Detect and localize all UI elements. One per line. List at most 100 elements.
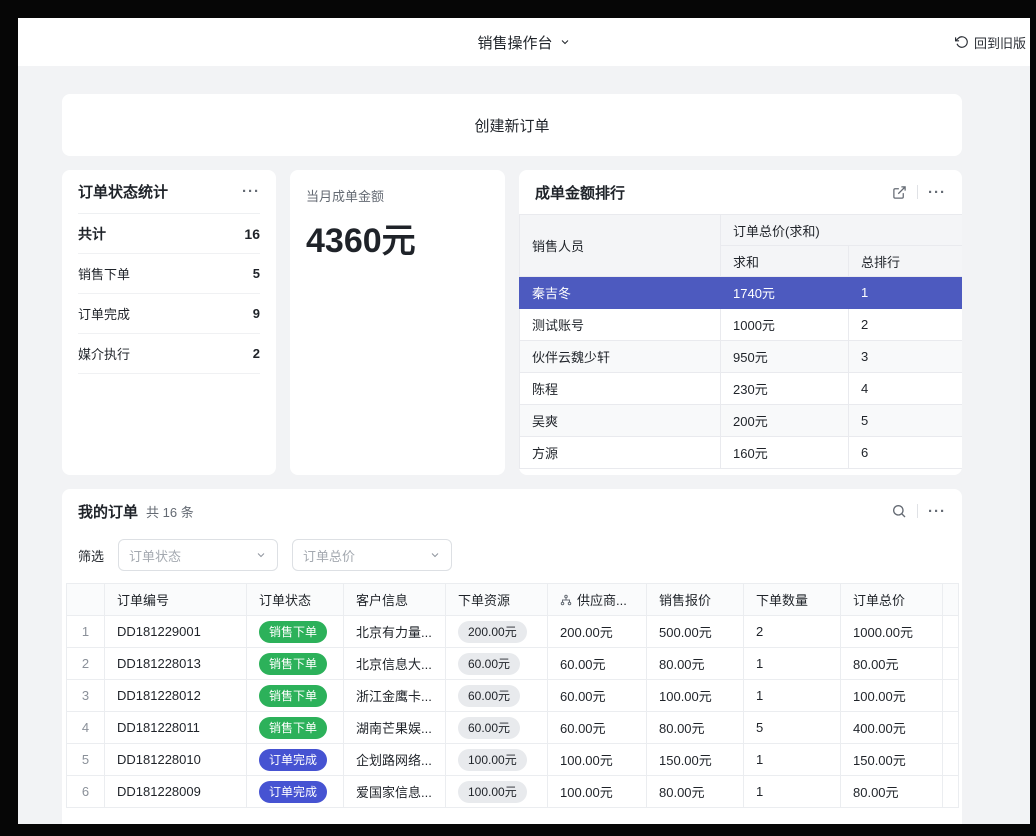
cell-supplier: 60.00元 [548, 712, 647, 744]
cell-total: 400.00元 [841, 712, 943, 744]
card-title: 我的订单 [78, 501, 138, 522]
cell-status: 销售下单 [247, 616, 344, 648]
column-header-person: 销售人员 [520, 215, 721, 277]
cell-extra [943, 616, 959, 648]
cell-resource: 60.00元 [446, 648, 548, 680]
status-badge: 销售下单 [259, 685, 327, 707]
cell-customer: 爱国家信息... [344, 776, 446, 808]
resource-pill: 60.00元 [458, 653, 520, 675]
cell-total: 1000.00元 [841, 616, 943, 648]
order-row[interactable]: 4 DD181228011 销售下单 湖南芒果娱... 60.00元 60.00… [67, 712, 959, 744]
status-badge: 订单完成 [259, 749, 327, 771]
column-header-total-group: 订单总价(求和) [721, 215, 963, 246]
cell-person: 测试账号 [520, 309, 721, 341]
back-to-old-button[interactable]: 回到旧版 [955, 18, 1026, 66]
open-in-new-icon[interactable] [892, 185, 907, 200]
stat-row-sale[interactable]: 销售下单 5 [78, 254, 260, 294]
cell-qty: 1 [744, 680, 841, 712]
cell-supplier: 100.00元 [548, 744, 647, 776]
filter-order-total[interactable]: 订单总价 [292, 539, 452, 571]
cell-total: 80.00元 [841, 776, 943, 808]
cell-quote: 100.00元 [647, 680, 744, 712]
stat-row-media[interactable]: 媒介执行 2 [78, 334, 260, 374]
column-header-status: 订单状态 [247, 584, 344, 616]
cell-person: 方源 [520, 437, 721, 469]
cell-qty: 1 [744, 776, 841, 808]
column-header-supplier: 供应商... [548, 584, 647, 616]
status-badge: 销售下单 [259, 653, 327, 675]
cell-qty: 2 [744, 616, 841, 648]
more-icon[interactable]: ··· [242, 184, 260, 199]
order-row[interactable]: 6 DD181228009 订单完成 爱国家信息... 100.00元 100.… [67, 776, 959, 808]
ranking-row[interactable]: 测试账号 1000元 2 [520, 309, 963, 341]
cell-resource: 100.00元 [446, 776, 548, 808]
cell-customer: 企划路网络... [344, 744, 446, 776]
order-row[interactable]: 1 DD181229001 销售下单 北京有力量... 200.00元 200.… [67, 616, 959, 648]
cell-qty: 1 [744, 648, 841, 680]
create-order-button[interactable]: 创建新订单 [62, 94, 962, 156]
order-row[interactable]: 3 DD181228012 销售下单 浙江金鹰卡... 60.00元 60.00… [67, 680, 959, 712]
more-icon[interactable]: ··· [928, 185, 946, 200]
monthly-amount-card: 当月成单金额 4360元 [290, 170, 505, 475]
dashboard-cards-row: 订单状态统计 ··· 共计 16 销售下单 5 订单完成 9 媒介执行 2 [62, 170, 962, 475]
filter-placeholder: 订单总价 [303, 546, 355, 565]
card-header: 成单金额排行 ··· [519, 170, 962, 214]
cell-resource: 200.00元 [446, 616, 548, 648]
cell-status: 销售下单 [247, 680, 344, 712]
orders-header-row: 订单编号 订单状态 客户信息 下单资源 供应商... [67, 584, 959, 616]
card-title: 订单状态统计 [78, 181, 168, 202]
cell-rank: 1 [849, 277, 963, 309]
cell-total: 100.00元 [841, 680, 943, 712]
more-icon[interactable]: ··· [928, 504, 946, 519]
cell-index: 2 [67, 648, 105, 680]
chevron-down-icon [559, 36, 571, 48]
cell-order-no: DD181228011 [105, 712, 247, 744]
divider [917, 504, 918, 518]
cell-rank: 5 [849, 405, 963, 437]
main-content: 创建新订单 订单状态统计 ··· 共计 16 销售下单 5 订单完成 9 [18, 66, 1030, 824]
search-icon[interactable] [891, 503, 907, 519]
cell-total: 80.00元 [841, 648, 943, 680]
filter-placeholder: 订单状态 [129, 546, 181, 565]
cell-order-no: DD181228013 [105, 648, 247, 680]
filter-order-status[interactable]: 订单状态 [118, 539, 278, 571]
cell-qty: 5 [744, 712, 841, 744]
stat-row-complete[interactable]: 订单完成 9 [78, 294, 260, 334]
ranking-row[interactable]: 伙伴云魏少轩 950元 3 [520, 341, 963, 373]
cell-quote: 150.00元 [647, 744, 744, 776]
cell-customer: 北京有力量... [344, 616, 446, 648]
cell-customer: 湖南芒果娱... [344, 712, 446, 744]
card-title: 当月成单金额 [306, 186, 489, 205]
stat-row-total[interactable]: 共计 16 [78, 214, 260, 254]
card-actions: ··· [891, 503, 946, 519]
cell-sum: 950元 [721, 341, 849, 373]
order-row[interactable]: 2 DD181228013 销售下单 北京信息大... 60.00元 60.00… [67, 648, 959, 680]
cell-status: 订单完成 [247, 744, 344, 776]
cell-total: 150.00元 [841, 744, 943, 776]
column-header-sum: 求和 [721, 246, 849, 277]
card-header: 我的订单 共 16 条 ··· [62, 489, 962, 533]
column-header-total: 订单总价 [841, 584, 943, 616]
stat-value: 2 [253, 346, 260, 361]
cell-index: 3 [67, 680, 105, 712]
card-title: 成单金额排行 [535, 182, 625, 203]
cell-rank: 3 [849, 341, 963, 373]
cell-sum: 160元 [721, 437, 849, 469]
column-header-quote: 销售报价 [647, 584, 744, 616]
ranking-row[interactable]: 秦吉冬 1740元 1 [520, 277, 963, 309]
cell-index: 4 [67, 712, 105, 744]
ranking-row[interactable]: 吴爽 200元 5 [520, 405, 963, 437]
cell-index: 5 [67, 744, 105, 776]
ranking-card: 成单金额排行 ··· 销售人员 订单总价(求和) [519, 170, 962, 475]
cell-person: 陈程 [520, 373, 721, 405]
cell-extra [943, 712, 959, 744]
column-header-supplier-label: 供应商... [577, 590, 627, 609]
order-row[interactable]: 5 DD181228010 订单完成 企划路网络... 100.00元 100.… [67, 744, 959, 776]
ranking-row[interactable]: 陈程 230元 4 [520, 373, 963, 405]
ranking-row[interactable]: 方源 160元 6 [520, 437, 963, 469]
resource-pill: 200.00元 [458, 621, 527, 643]
chevron-down-icon [429, 549, 441, 561]
workspace-switcher[interactable]: 销售操作台 [477, 32, 570, 53]
cell-order-no: DD181228010 [105, 744, 247, 776]
stat-label: 销售下单 [78, 264, 130, 283]
